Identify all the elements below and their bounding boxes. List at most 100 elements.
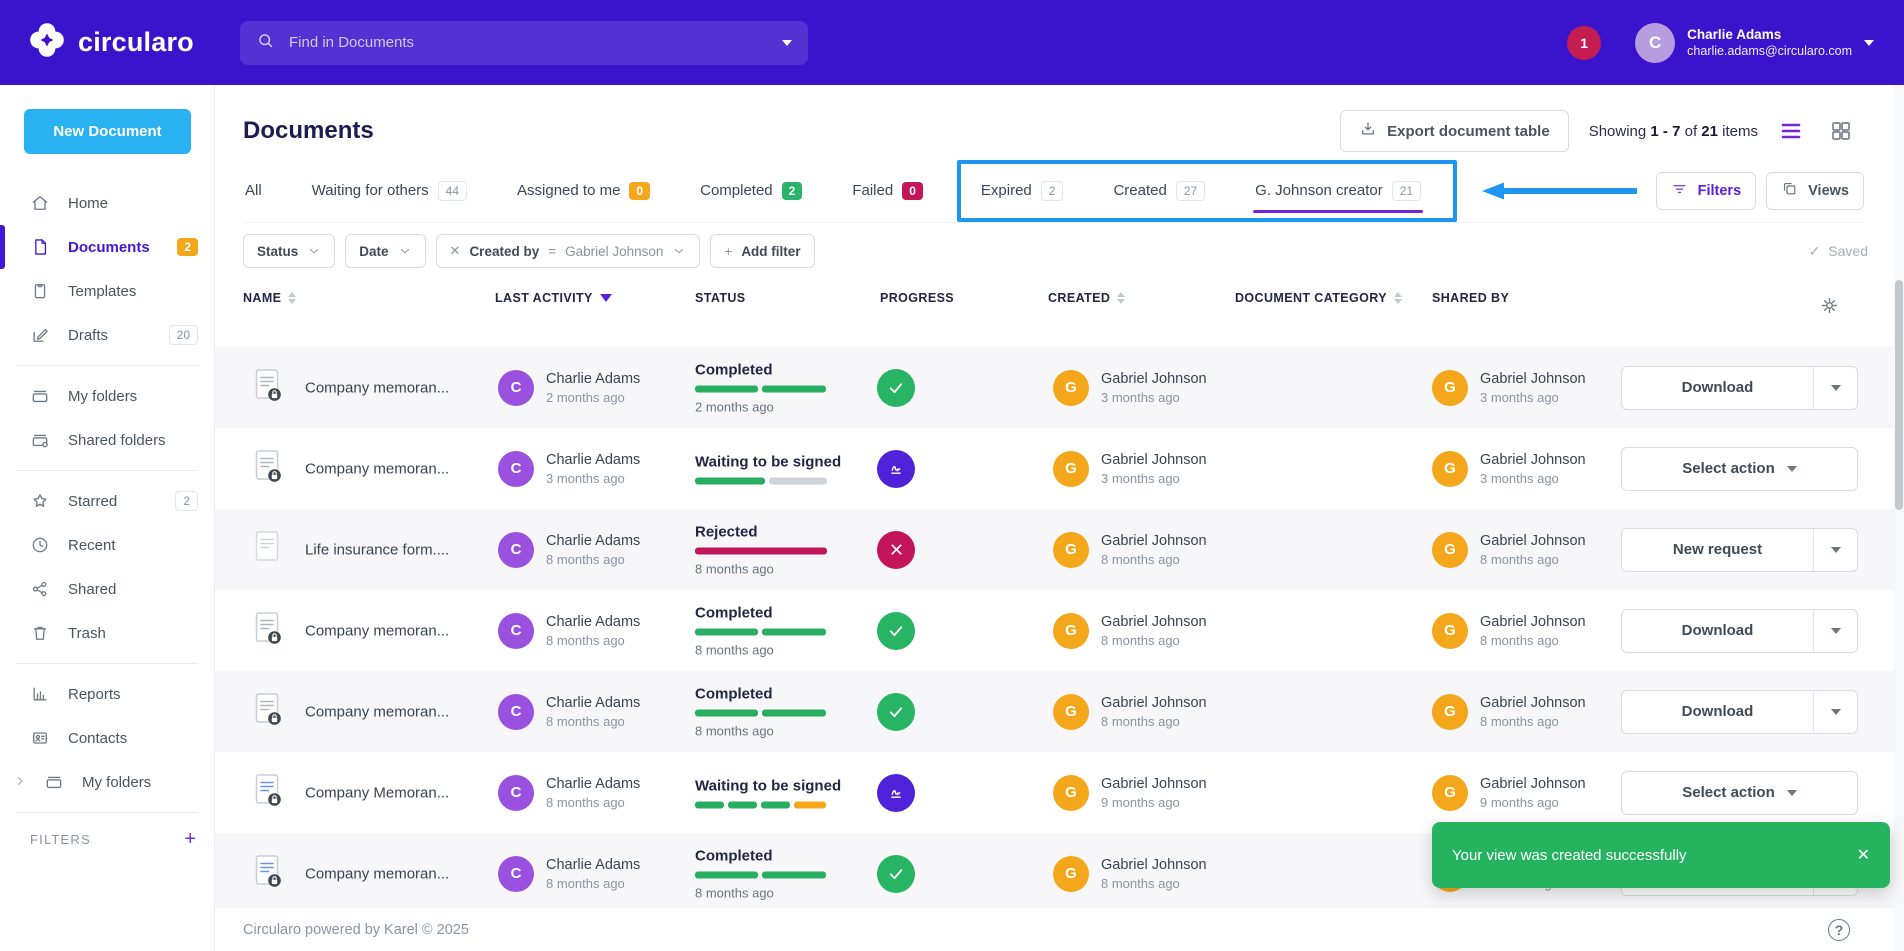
sidebar-item-starred[interactable]: Starred2 [0, 479, 214, 523]
row-action-button[interactable]: Select action [1621, 771, 1858, 815]
sidebar-item-shared[interactable]: Shared [0, 567, 214, 611]
column-header-document-category[interactable]: DOCUMENT CATEGORY [1235, 291, 1402, 305]
completed-check-icon[interactable] [877, 855, 915, 893]
sort-icon[interactable] [1117, 292, 1125, 304]
progress-bar [695, 628, 827, 635]
filter-chip-date[interactable]: Date [345, 234, 425, 268]
tab-expired[interactable]: Expired2 [979, 169, 1066, 213]
filter-chip-status[interactable]: Status [243, 234, 335, 268]
sidebar-item-my-folders[interactable]: My folders [0, 374, 214, 418]
sort-icon[interactable] [288, 292, 296, 304]
row-action-button[interactable]: Download [1621, 690, 1858, 734]
action-label[interactable]: Download [1622, 691, 1813, 733]
sidebar-item-shared-folders[interactable]: Shared folders [0, 418, 214, 462]
folder-icon [30, 386, 50, 406]
column-header-created[interactable]: CREATED [1048, 291, 1125, 305]
help-icon[interactable]: ? [1828, 919, 1850, 941]
document-name[interactable]: Life insurance form.... [305, 541, 449, 558]
tab-assigned-to-me[interactable]: Assigned to me0 [515, 169, 652, 213]
table-row[interactable]: Life insurance form....CCharlie Adams8 m… [215, 509, 1894, 590]
document-name[interactable]: Company memoran... [305, 379, 449, 396]
close-icon[interactable]: ✕ [1857, 845, 1870, 865]
column-header-status[interactable]: STATUS [695, 291, 746, 305]
progress-segment [695, 628, 758, 635]
sidebar-item-home[interactable]: Home [0, 181, 214, 225]
sidebar-item-drafts[interactable]: Drafts20 [0, 313, 214, 357]
tab-all[interactable]: All [243, 169, 264, 213]
search-dropdown-caret-icon[interactable] [782, 40, 792, 46]
row-action-button[interactable]: Select action [1621, 447, 1858, 491]
list-view-icon[interactable] [1774, 114, 1808, 148]
column-header-name[interactable]: NAME [243, 291, 296, 305]
filter-chip-created-by[interactable]: ✕Created by=Gabriel Johnson [436, 234, 701, 268]
sidebar-item-trash[interactable]: Trash [0, 611, 214, 655]
document-name[interactable]: Company memoran... [305, 622, 449, 639]
document-icon [30, 237, 50, 257]
document-name[interactable]: Company memoran... [305, 703, 449, 720]
sort-icon[interactable] [1394, 292, 1402, 304]
export-document-table-button[interactable]: Export document table [1340, 110, 1569, 152]
notification-badge[interactable]: 1 [1567, 26, 1601, 60]
app-logo[interactable]: circularo [0, 19, 215, 66]
row-action-button[interactable]: New request [1621, 528, 1858, 572]
table-row[interactable]: Company Memoran...CCharlie Adams8 months… [215, 752, 1894, 833]
tab-created[interactable]: Created27 [1111, 169, 1207, 213]
grid-view-icon[interactable] [1824, 114, 1858, 148]
avatar: G [1432, 694, 1468, 730]
completed-check-icon[interactable] [877, 612, 915, 650]
user-menu[interactable]: C Charlie Adams charlie.adams@circularo.… [1635, 23, 1874, 63]
action-dropdown-button[interactable] [1813, 529, 1857, 571]
action-label[interactable]: Select action [1622, 772, 1857, 814]
tab-g-johnson-creator[interactable]: G. Johnson creator21 [1253, 169, 1423, 213]
column-header-last-activity[interactable]: LAST ACTIVITY [495, 291, 612, 305]
document-name[interactable]: Company memoran... [305, 460, 449, 477]
document-name[interactable]: Company Memoran... [305, 784, 449, 801]
row-action-button[interactable]: Download [1621, 366, 1858, 410]
signature-pending-icon[interactable] [877, 774, 915, 812]
sidebar-item-contacts[interactable]: Contacts [0, 716, 214, 760]
search-input[interactable] [287, 33, 782, 52]
document-name[interactable]: Company memoran... [305, 865, 449, 882]
table-row[interactable]: Company memoran...CCharlie Adams8 months… [215, 671, 1894, 752]
action-label[interactable]: New request [1622, 529, 1813, 571]
column-header-progress[interactable]: PROGRESS [880, 291, 954, 305]
filter-chip-add-filter[interactable]: +Add filter [710, 234, 814, 268]
table-row[interactable]: Company memoran...CCharlie Adams8 months… [215, 590, 1894, 671]
completed-check-icon[interactable] [877, 369, 915, 407]
person-time: 9 months ago [1101, 795, 1207, 810]
sort-desc-icon[interactable] [600, 294, 612, 302]
table-row[interactable]: Company memoran...CCharlie Adams2 months… [215, 347, 1894, 428]
gear-icon[interactable] [1819, 295, 1840, 321]
tab-failed[interactable]: Failed0 [850, 169, 925, 213]
page-scrollbar[interactable] [1894, 85, 1904, 951]
row-action-button[interactable]: Download [1621, 609, 1858, 653]
sidebar-item-my-folders[interactable]: My folders [0, 760, 214, 804]
sidebar-item-recent[interactable]: Recent [0, 523, 214, 567]
action-label[interactable]: Download [1622, 610, 1813, 652]
action-dropdown-button[interactable] [1813, 610, 1857, 652]
search-bar[interactable] [240, 21, 808, 65]
action-dropdown-button[interactable] [1813, 691, 1857, 733]
sidebar-item-label: Contacts [68, 730, 198, 747]
tab-completed[interactable]: Completed2 [698, 169, 804, 213]
completed-check-icon[interactable] [877, 693, 915, 731]
sidebar-item-templates[interactable]: Templates [0, 269, 214, 313]
filters-button[interactable]: Filters [1656, 172, 1757, 210]
sidebar-item-documents[interactable]: Documents2 [0, 225, 214, 269]
views-button[interactable]: Views [1766, 172, 1864, 210]
chevron-right-icon[interactable] [14, 775, 26, 790]
sidebar-item-reports[interactable]: Reports [0, 672, 214, 716]
action-label[interactable]: Download [1622, 367, 1813, 409]
table-row[interactable]: Company memoran...CCharlie Adams3 months… [215, 428, 1894, 509]
rejected-x-icon[interactable] [877, 531, 915, 569]
new-document-button[interactable]: New Document [24, 109, 191, 154]
tab-waiting-for-others[interactable]: Waiting for others44 [310, 169, 469, 213]
action-label[interactable]: Select action [1622, 448, 1857, 490]
action-dropdown-button[interactable] [1813, 367, 1857, 409]
progress-segment [769, 477, 827, 484]
column-header-shared-by[interactable]: SHARED BY [1432, 291, 1509, 305]
remove-filter-icon[interactable]: ✕ [450, 243, 461, 259]
signature-pending-icon[interactable] [877, 450, 915, 488]
plus-icon[interactable]: + [184, 829, 196, 849]
scrollbar-thumb[interactable] [1895, 280, 1903, 510]
